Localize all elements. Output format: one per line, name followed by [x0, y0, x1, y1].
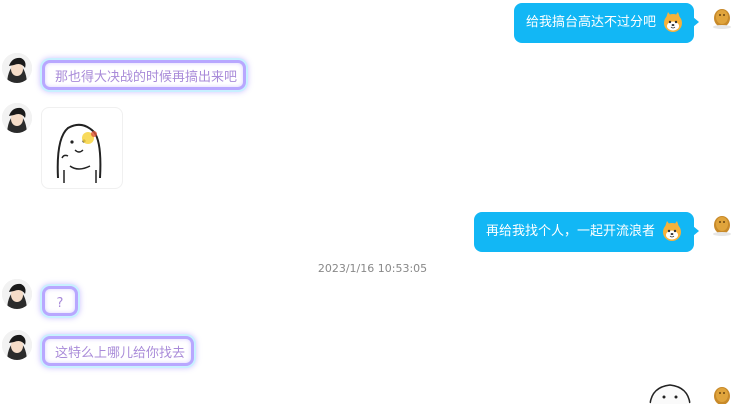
message-timestamp: 2023/1/16 10:53:05	[317, 262, 428, 275]
avatar[interactable]	[707, 3, 737, 33]
incoming-message-bubble[interactable]: 那也得大决战的时候再搞出来吧	[42, 60, 246, 90]
shiba-dog-emoji-icon	[662, 10, 684, 32]
incoming-message-bubble[interactable]: ?	[42, 286, 78, 316]
cat-face-sticker-icon	[649, 384, 691, 404]
outgoing-message-bubble[interactable]: 再给我找个人，一起开流浪者	[474, 212, 699, 252]
message-text: ?	[56, 296, 64, 311]
message-text: 这特么上哪儿给你找去	[55, 346, 186, 361]
sticker-image[interactable]	[41, 107, 123, 189]
outgoing-message-bubble[interactable]: 给我搞台高达不过分吧	[514, 3, 699, 43]
avatar[interactable]	[2, 103, 32, 133]
message-text: 再给我找个人，一起开流浪者	[486, 224, 656, 239]
avatar[interactable]	[2, 279, 32, 309]
message-text: 给我搞台高达不过分吧	[526, 15, 657, 30]
incoming-message-bubble[interactable]: 这特么上哪儿给你找去	[42, 336, 194, 366]
avatar[interactable]	[2, 53, 32, 83]
avatar[interactable]	[707, 210, 737, 240]
shiba-dog-emoji-icon	[661, 219, 683, 241]
sticker-image[interactable]	[646, 381, 694, 404]
avatar[interactable]	[707, 381, 737, 404]
cat-face-sticker-icon	[56, 123, 102, 183]
message-text: 那也得大决战的时候再搞出来吧	[55, 70, 238, 85]
avatar[interactable]	[2, 330, 32, 360]
